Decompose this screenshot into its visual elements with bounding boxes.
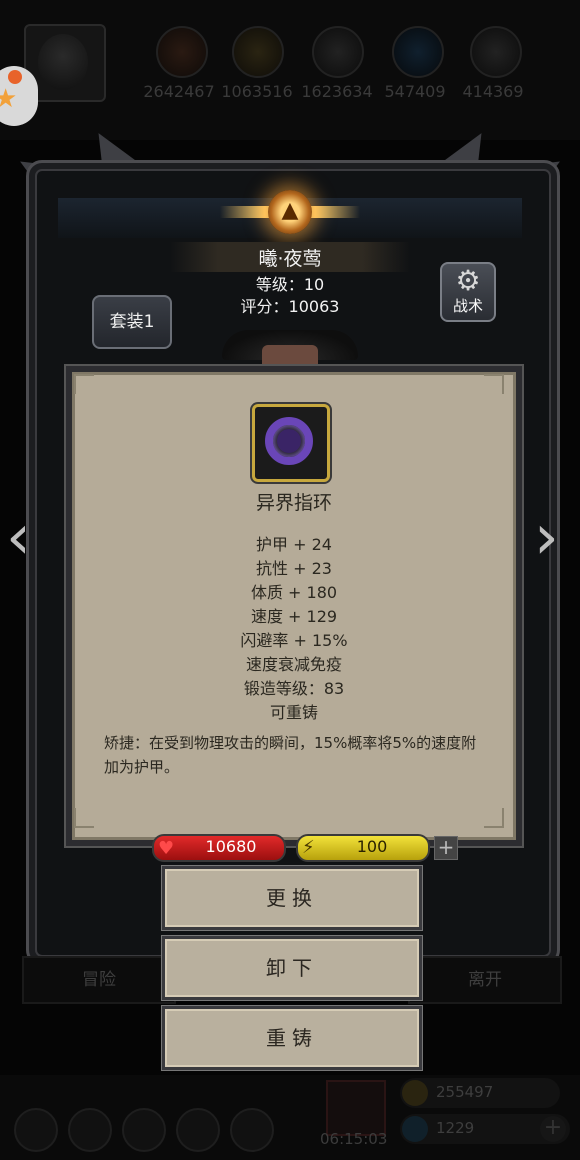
gold-coin-icon: [402, 1080, 428, 1106]
menu-button-5[interactable]: [230, 1108, 274, 1152]
hp-value: 10680: [205, 837, 257, 856]
adventure-tab[interactable]: 冒险: [22, 956, 176, 1004]
stat-dodge: 闪避率 + 15%: [240, 631, 348, 650]
stat-armor: 护甲 + 24: [256, 535, 332, 554]
ring-gem: [277, 429, 301, 453]
hero-name: 曦·夜莺: [258, 248, 322, 270]
gold-value: 255497: [436, 1083, 494, 1101]
lightning-icon: ⚡: [302, 837, 315, 858]
gold-counter: 255497: [400, 1078, 560, 1108]
item-description: 矫捷：在受到物理攻击的瞬间，15%概率将5%的速度附加为护甲。: [104, 734, 477, 776]
item-name: 异界指环: [255, 492, 332, 514]
resource-value-4: 547409: [384, 82, 446, 101]
chest-timer: 06:15:03: [320, 1130, 388, 1148]
resource-icon-3: [312, 26, 364, 78]
panel-corner-tl: [74, 374, 94, 394]
resource-icon-1: [156, 26, 208, 78]
hp-bar: ♥ 10680: [152, 834, 286, 862]
reforge-button[interactable]: 重铸: [162, 1006, 422, 1070]
add-energy-button[interactable]: +: [434, 836, 458, 860]
resource-value-3: 1623634: [301, 82, 373, 101]
heart-icon: ♥: [158, 838, 175, 859]
portrait-image: [38, 34, 88, 90]
unequip-button[interactable]: 卸下: [162, 936, 422, 1000]
item-icon-slot: [252, 404, 330, 482]
gear-icon: ⚙: [455, 264, 481, 297]
previous-arrow-icon[interactable]: ‹: [6, 500, 31, 573]
panel-corner-bl: [74, 808, 94, 828]
replace-button[interactable]: 更换: [162, 866, 422, 930]
gift-chest-icon[interactable]: [326, 1080, 386, 1136]
suit-button[interactable]: 套装1: [92, 295, 172, 349]
stat-speed: 速度 + 129: [250, 607, 338, 626]
panel-corner-tr: [484, 374, 504, 394]
stat-forge-level: 锻造等级：83: [243, 679, 345, 698]
star-icon: ★: [0, 84, 18, 114]
energy-bar: ⚡ 100: [296, 834, 430, 862]
stat-reforgeable: 可重铸: [269, 703, 318, 722]
resource-value-5: 414369: [462, 82, 524, 101]
menu-button-1[interactable]: [14, 1108, 58, 1152]
tactics-label: 战术: [452, 297, 483, 315]
resource-icon-5: [470, 26, 522, 78]
stat-speed-immunity: 速度衰减免疫: [245, 655, 342, 674]
panel-corner-br: [484, 808, 504, 828]
leave-tab[interactable]: 离开: [408, 956, 562, 1004]
emblem-triangle-icon: ▲: [281, 198, 299, 223]
resource-icon-4: [392, 26, 444, 78]
gem-counter: 1229 +: [400, 1114, 570, 1144]
resource-value-2: 1063516: [221, 82, 293, 101]
notification-dot: [8, 70, 22, 84]
gem-value: 1229: [436, 1119, 475, 1137]
floating-app-badge[interactable]: ★: [0, 66, 38, 126]
menu-button-4[interactable]: [176, 1108, 220, 1152]
stat-resistance: 抗性 + 23: [256, 559, 332, 578]
hero-level: 等级：10: [255, 275, 325, 294]
add-gems-button[interactable]: +: [540, 1116, 566, 1142]
tactics-button[interactable]: ⚙ 战术: [440, 262, 496, 322]
hero-score: 评分：10063: [240, 297, 340, 316]
energy-value: 100: [356, 837, 388, 856]
stat-constitution: 体质 + 180: [250, 583, 338, 602]
menu-button-2[interactable]: [68, 1108, 112, 1152]
next-arrow-icon[interactable]: ›: [534, 500, 559, 573]
resource-value-1: 2642467: [143, 82, 215, 101]
resource-icon-2: [232, 26, 284, 78]
menu-button-3[interactable]: [122, 1108, 166, 1152]
gem-icon: [402, 1116, 428, 1142]
